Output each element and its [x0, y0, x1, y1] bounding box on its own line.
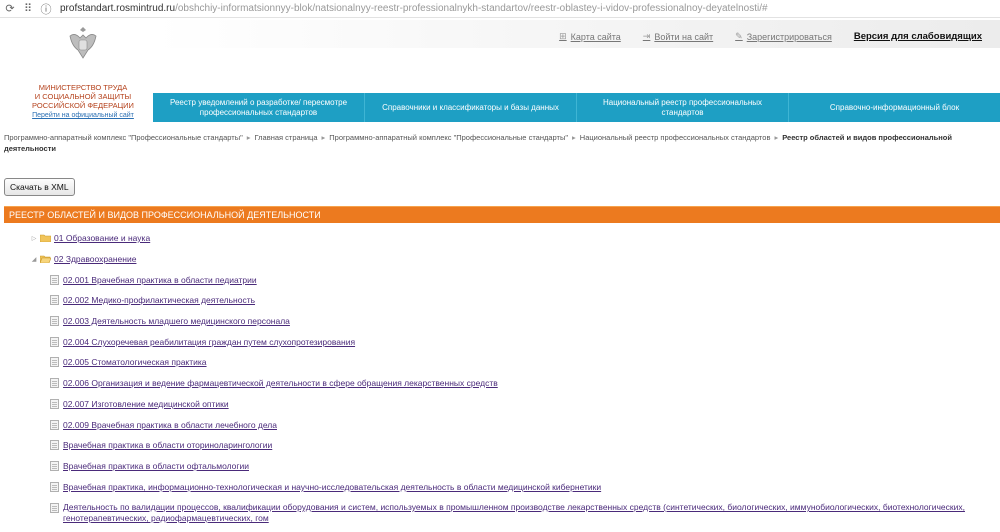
breadcrumb-separator-icon: ▸ — [246, 133, 251, 142]
breadcrumb-separator-icon: ▸ — [572, 133, 576, 142]
document-icon — [50, 482, 59, 492]
ministry-line-1: МИНИСТЕРСТВО ТРУДА — [38, 83, 128, 92]
register-link[interactable]: ✎ Зарегистрироваться — [735, 31, 832, 42]
apps-grid-icon[interactable]: ⠿ — [20, 2, 36, 15]
menu-item-info-block[interactable]: Справочно-информационный блок — [789, 93, 1000, 122]
official-site-link[interactable]: Перейти на официальный сайт — [18, 112, 148, 119]
register-icon: ✎ — [735, 31, 743, 41]
breadcrumb-item[interactable]: Главная страница — [255, 133, 318, 142]
tree-item[interactable]: Деятельность по валидации процессов, ква… — [50, 502, 995, 524]
document-icon — [50, 420, 59, 430]
sitemap-link[interactable]: ⊞ Карта сайта — [559, 31, 621, 42]
reload-icon[interactable]: ⟳ — [2, 2, 18, 15]
top-utility-band: ⊞ Карта сайта ⇥ Войти на сайт ✎ Зарегистрир… — [153, 20, 1000, 48]
page-info-icon[interactable]: ⓘ — [38, 1, 54, 17]
download-xml-button[interactable]: Скачать в XML — [4, 178, 75, 196]
document-icon — [50, 461, 59, 471]
site-header: МИНИСТЕРСТВО ТРУДА И СОЦИАЛЬНОЙ ЗАЩИТЫ Р… — [0, 18, 1000, 122]
registry-panel-title: Реестр областей и видов профессиональной… — [4, 206, 1000, 223]
ministry-logo-block: МИНИСТЕРСТВО ТРУДА И СОЦИАЛЬНОЙ ЗАЩИТЫ Р… — [18, 24, 148, 119]
tree-item[interactable]: 02.003 Деятельность младшего медицинског… — [50, 316, 290, 326]
collapse-arrow-icon[interactable]: ◢ — [30, 256, 38, 263]
document-icon — [50, 399, 59, 409]
tree-item-label: 02.002 Медико-профилактическая деятельно… — [63, 295, 256, 305]
tree-item-label: 02.004 Слухоречевая реабилитация граждан… — [63, 337, 356, 347]
document-icon — [50, 295, 59, 305]
document-icon — [50, 503, 59, 513]
tree-item[interactable]: 02.006 Организация и ведение фармацевтич… — [50, 378, 498, 388]
tree-item[interactable]: 02.007 Изготовление медицинской оптики — [50, 399, 229, 409]
url-path: /obshchiy-informatsionnyy-blok/natsional… — [175, 3, 768, 14]
tree-item[interactable]: Врачебная практика, информационно-технол… — [50, 482, 601, 492]
folder-open-icon — [40, 255, 51, 263]
document-icon — [50, 357, 59, 367]
url-host: profstandart.rosmintrud.ru — [60, 3, 176, 14]
ministry-line-2: И СОЦИАЛЬНОЙ ЗАЩИТЫ — [34, 92, 132, 101]
breadcrumb-item[interactable]: Программно-аппаратный комплекс "Професси… — [329, 133, 568, 142]
tree-item[interactable]: 02.005 Стоматологическая практика — [50, 357, 207, 367]
expand-arrow-icon[interactable]: ▷ — [30, 235, 38, 242]
sitemap-icon: ⊞ — [559, 31, 567, 41]
url-field[interactable]: profstandart.rosmintrud.ru/obshchiy-info… — [60, 3, 768, 14]
breadcrumb-item[interactable]: Национальный реестр профессиональных ста… — [580, 133, 771, 142]
menu-item-national-registry[interactable]: Национальный реестр профессиональных ста… — [577, 93, 789, 122]
tree-item-label: 02.006 Организация и ведение фармацевтич… — [63, 378, 498, 388]
breadcrumb-separator-icon: ▸ — [321, 133, 326, 142]
tree-item-label: 02.003 Деятельность младшего медицинског… — [63, 316, 290, 326]
login-link[interactable]: ⇥ Войти на сайт — [643, 31, 713, 42]
menu-item-directories[interactable]: Справочники и классификаторы и базы данн… — [365, 93, 577, 122]
tree-item-label: Врачебная практика, информационно-технол… — [63, 482, 602, 492]
document-icon — [50, 337, 59, 347]
folder-icon — [40, 234, 51, 242]
document-icon — [50, 378, 59, 388]
tree-folder[interactable]: ▷ 01 Образование и наука — [30, 233, 151, 243]
coat-of-arms-icon[interactable] — [66, 24, 100, 64]
browser-address-bar: ⟳ ⠿ ⓘ profstandart.rosmintrud.ru/obshchi… — [0, 0, 1000, 18]
breadcrumb-separator-icon: ▸ — [774, 133, 779, 142]
tree-item-label: Врачебная практика в области оторинолари… — [63, 440, 273, 450]
document-icon — [50, 275, 59, 285]
tree-item[interactable]: 02.009 Врачебная практика в области лече… — [50, 420, 277, 430]
tree-item-label: 02.009 Врачебная практика в области лече… — [63, 420, 277, 430]
tree-item[interactable]: Врачебная практика в области офтальмолог… — [50, 461, 249, 471]
menu-item-notifications[interactable]: Реестр уведомлений о разработке/ пересмо… — [153, 93, 365, 122]
tree-item-label: 02.005 Стоматологическая практика — [63, 357, 207, 367]
tree-item[interactable]: 02.004 Слухоречевая реабилитация граждан… — [50, 337, 355, 347]
login-label: Войти на сайт — [654, 31, 714, 42]
tree-item[interactable]: Врачебная практика в области оторинолари… — [50, 440, 272, 450]
document-icon — [50, 440, 59, 450]
tree-item-label: Врачебная практика в области офтальмолог… — [63, 461, 249, 471]
tree-item-label: 02.007 Изготовление медицинской оптики — [63, 399, 229, 409]
ministry-line-3: РОССИЙСКОЙ ФЕДЕРАЦИИ — [32, 101, 134, 110]
tree-item-label: 02.001 Врачебная практика в области педи… — [63, 275, 257, 285]
breadcrumb: Программно-аппаратный комплекс "Професси… — [4, 132, 994, 154]
document-icon — [50, 316, 59, 326]
tree-folder-label: 02 Здравоохранение — [54, 254, 137, 264]
tree-item[interactable]: 02.002 Медико-профилактическая деятельно… — [50, 295, 255, 305]
utility-links: ⊞ Карта сайта ⇥ Войти на сайт ✎ Зарегистрир… — [559, 31, 982, 42]
breadcrumb-item[interactable]: Программно-аппаратный комплекс "Професси… — [4, 133, 243, 142]
accessible-version-link[interactable]: Версия для слабовидящих — [854, 31, 982, 42]
register-label: Зарегистрироваться — [746, 31, 832, 42]
tree-item-label: Деятельность по валидации процессов, ква… — [63, 502, 965, 523]
sitemap-label: Карта сайта — [570, 31, 621, 42]
tree-item[interactable]: 02.001 Врачебная практика в области педи… — [50, 275, 257, 285]
login-icon: ⇥ — [642, 31, 651, 41]
tree-folder[interactable]: ◢ 02 Здравоохранение — [30, 254, 137, 264]
main-menu: Реестр уведомлений о разработке/ пересмо… — [153, 93, 1000, 122]
tree-folder-label: 01 Образование и наука — [54, 233, 151, 243]
